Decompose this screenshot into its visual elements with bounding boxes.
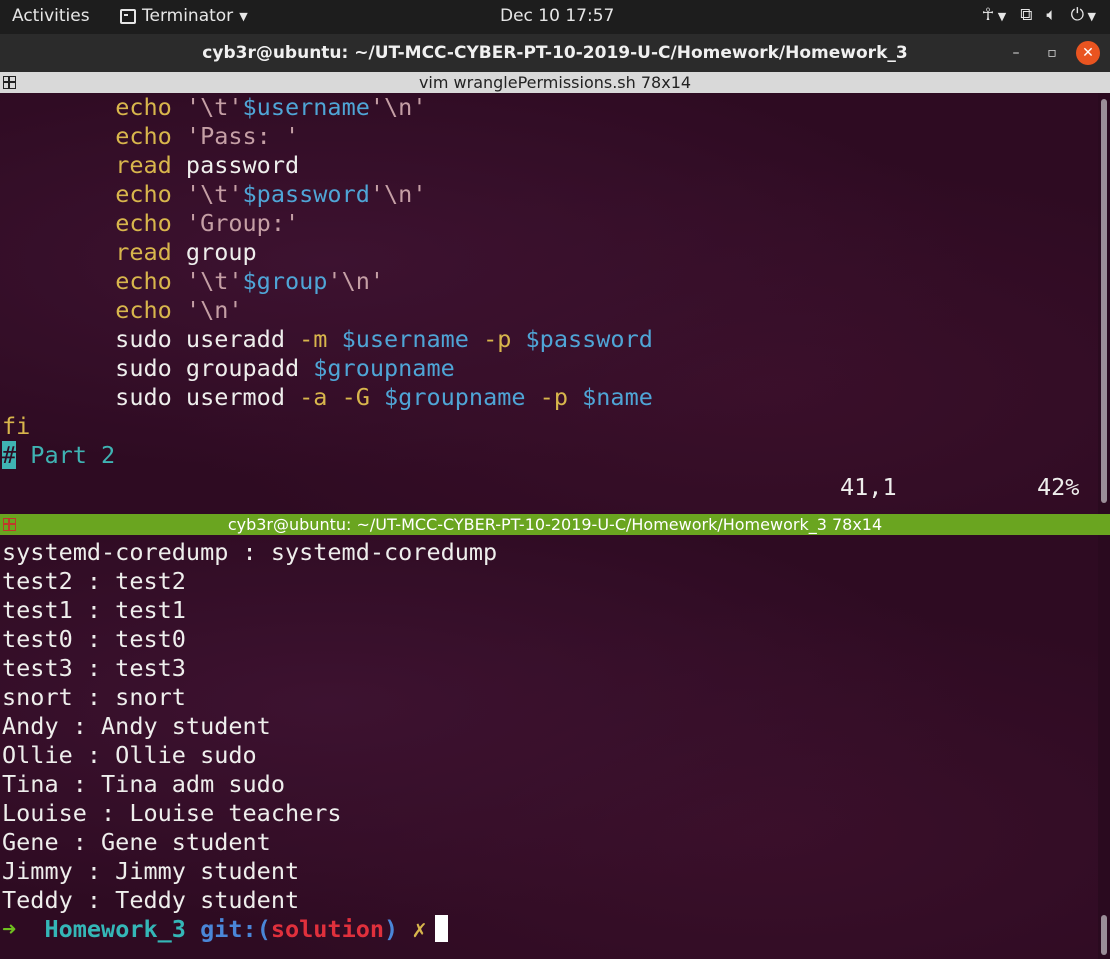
code-line: sudo usermod -a -G $groupname -p $name	[2, 383, 653, 411]
prompt-directory: Homework_3	[44, 915, 186, 943]
code-line: echo '\t'$password'\n'	[115, 180, 427, 208]
grid-icon[interactable]	[3, 76, 16, 89]
terminal-icon	[120, 8, 136, 24]
prompt-branch: solution	[270, 915, 385, 943]
output-line: Tina : Tina adm sudo	[2, 770, 285, 798]
grid-icon[interactable]	[3, 518, 16, 531]
output-line: Teddy : Teddy student	[2, 886, 300, 914]
dirty-indicator-icon: ✗	[412, 915, 427, 943]
scrollbar-thumb[interactable]	[1101, 915, 1107, 955]
output-line: Ollie : Ollie sudo	[2, 741, 257, 769]
output-line: test2 : test2	[2, 567, 186, 595]
system-tray[interactable]: ☥ ▼ ⧉ 🔈︎ ⏻ ▼	[982, 5, 1096, 25]
vim-scroll-percent: 42%	[1037, 473, 1080, 501]
close-button[interactable]: ✕	[1076, 41, 1100, 65]
code-line: echo 'Group:'	[115, 209, 300, 237]
scrollbar-thumb[interactable]	[1101, 99, 1107, 503]
volume-icon[interactable]: 🔈︎	[1046, 5, 1056, 25]
code-line: echo '\n'	[115, 296, 243, 324]
accessibility-icon[interactable]: ☥ ▼	[982, 5, 1007, 25]
top-pane-scrollbar[interactable]	[1098, 93, 1110, 514]
output-line: test1 : test1	[2, 596, 186, 624]
prompt-arrow-icon: ➜	[2, 915, 17, 943]
code-line: sudo useradd -m $username -p $password	[2, 325, 653, 353]
activities-button[interactable]: Activities	[12, 6, 90, 26]
vim-cursor: #	[2, 441, 17, 469]
code-line: read password	[115, 151, 300, 179]
top-pane-title: vim wranglePermissions.sh 78x14	[418, 73, 692, 92]
top-bar: Activities Terminator ▼ Dec 10 17:57 ☥ ▼…	[0, 0, 1110, 34]
maximize-button[interactable]: ▫	[1040, 41, 1064, 65]
output-line: test0 : test0	[2, 625, 186, 653]
network-icon[interactable]: ⧉	[1020, 5, 1032, 25]
output-line: Jimmy : Jimmy student	[2, 857, 300, 885]
terminal-cursor	[434, 915, 448, 942]
code-line: read group	[115, 238, 257, 266]
code-line: sudo groupadd $groupname	[2, 354, 455, 382]
app-name: Terminator	[142, 6, 234, 26]
power-icon[interactable]: ⏻ ▼	[1071, 5, 1096, 25]
top-pane-header[interactable]: vim wranglePermissions.sh 78x14	[0, 72, 1110, 93]
output-line: Andy : Andy student	[2, 712, 271, 740]
code-line: echo '\t'$group'\n'	[115, 267, 385, 295]
output-line: systemd-coredump : systemd-coredump	[2, 538, 498, 566]
vim-cursor-position: 41,1	[840, 473, 897, 501]
bottom-pane-scrollbar[interactable]	[1098, 535, 1110, 959]
code-line: echo 'Pass: '	[115, 122, 300, 150]
code-line: # Part 2	[2, 441, 116, 469]
bottom-pane-header[interactable]: cyb3r@ubuntu: ~/UT-MCC-CYBER-PT-10-2019-…	[0, 514, 1110, 535]
clock[interactable]: Dec 10 17:57	[500, 6, 614, 26]
shell-prompt[interactable]: ➜ Homework_3 git:(solution) ✗	[2, 915, 448, 944]
chevron-down-icon: ▼	[239, 9, 248, 23]
shell-pane[interactable]: systemd-coredump : systemd-coredump test…	[0, 535, 1098, 959]
output-line: snort : snort	[2, 683, 186, 711]
vim-pane[interactable]: echo '\t'$username'\n' echo 'Pass: ' rea…	[0, 93, 1098, 514]
output-line: Gene : Gene student	[2, 828, 271, 856]
code-line: fi	[2, 412, 31, 440]
output-line: test3 : test3	[2, 654, 186, 682]
window-titlebar[interactable]: cyb3r@ubuntu: ~/UT-MCC-CYBER-PT-10-2019-…	[0, 34, 1110, 72]
prompt-git-label: git:	[200, 915, 257, 943]
code-line: echo '\t'$username'\n'	[115, 93, 427, 121]
window-title: cyb3r@ubuntu: ~/UT-MCC-CYBER-PT-10-2019-…	[202, 43, 908, 63]
minimize-button[interactable]: –	[1004, 41, 1028, 65]
bottom-pane-title: cyb3r@ubuntu: ~/UT-MCC-CYBER-PT-10-2019-…	[227, 515, 883, 534]
output-line: Louise : Louise teachers	[2, 799, 342, 827]
app-menu[interactable]: Terminator ▼	[120, 6, 248, 26]
